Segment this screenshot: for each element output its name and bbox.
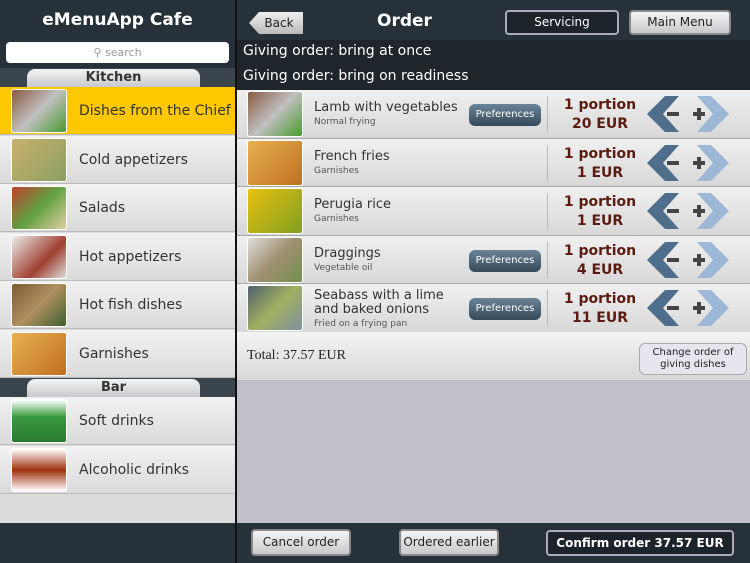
dish-quantity: 1 portion 4 EUR [555,242,645,280]
giving-order-at-once[interactable]: Giving order: bring at once [243,43,431,59]
dish-price: 4 EUR [576,261,624,278]
category-item[interactable]: Alcoholic drinks [0,445,235,494]
change-order-button[interactable]: Change order of giving dishes [639,343,747,375]
page-title: Order [377,11,432,31]
section-label: Bar [27,379,200,397]
dish-subtitle: Garnishes [314,165,359,176]
category-label: Hot fish dishes [79,297,183,313]
category-image [11,137,67,182]
dish-price: 1 EUR [576,164,624,181]
dish-image [247,285,303,331]
portion-count: 1 portion [563,97,637,113]
dish-name: Draggings [314,245,381,261]
dish-subtitle: Fried on a frying pan [314,319,408,329]
section-bar[interactable]: Bar [0,378,235,397]
category-image [11,283,67,327]
sidebar-footer [0,523,235,563]
order-item: Draggings Vegetable oil Preferences 1 porti… [237,235,750,284]
sidebar-header: eMenuApp Cafe ⚲ search [0,0,235,68]
main-menu-button[interactable]: Main Menu [629,10,731,35]
category-item[interactable]: Soft drinks [0,397,235,445]
back-button[interactable]: Back [249,12,303,34]
dish-price: 20 EUR [571,116,629,132]
category-image [11,89,67,133]
dish-image [247,139,303,186]
category-label: Salads [79,200,126,216]
portion-count: 1 portion [563,242,637,259]
increase-quantity-icon[interactable] [689,288,731,328]
servicing-button[interactable]: Servicing [505,10,619,35]
portion-count: 1 portion [563,145,637,162]
order-total: Total: 37.57 EUR [247,348,346,363]
category-image [11,331,67,376]
confirm-order-button[interactable]: Confirm order 37.57 EUR [546,530,734,556]
category-image [11,234,67,279]
category-image [11,399,67,443]
category-label: Hot appetizers [79,248,182,265]
category-label: Dishes from the Chief [79,103,231,119]
category-label: Garnishes [79,345,149,362]
dish-subtitle: Garnishes [314,214,359,224]
dish-name: Lamb with vegetables [314,100,458,115]
dish-subtitle: Vegetable oil [314,262,373,273]
dish-name: French fries [314,148,390,164]
category-item[interactable]: Dishes from the Chief [0,87,235,135]
increase-quantity-icon[interactable] [689,240,731,280]
dish-price: 11 EUR [571,310,629,326]
dish-image [247,188,303,234]
decrease-quantity-icon[interactable] [645,288,687,328]
cancel-order-button[interactable]: Cancel order [251,529,351,556]
order-footer: Cancel order Ordered earlier Confirm ord… [237,523,750,563]
dish-image [247,91,303,137]
dish-quantity: 1 portion 11 EUR [555,290,645,328]
order-item: Perugia rice Garnishes 1 portion 1 EUR [237,187,750,236]
app-title: eMenuApp Cafe [42,10,193,30]
category-item[interactable]: Salads [0,184,235,232]
dish-quantity: 1 portion 20 EUR [555,96,645,134]
dish-subtitle: Normal frying [314,117,376,127]
order-item: Seabass with a lime and baked onions Frie… [237,284,750,333]
decrease-quantity-icon[interactable] [645,191,687,231]
portion-count: 1 portion [563,291,637,307]
dish-price: 1 EUR [576,213,624,229]
search-icon: ⚲ [93,46,105,59]
giving-order-on-readiness[interactable]: Giving order: bring on readiness [243,68,469,84]
increase-quantity-icon[interactable] [689,143,731,183]
decrease-quantity-icon[interactable] [645,143,687,183]
preferences-button[interactable]: Preferences [469,249,541,272]
dish-name: Seabass with a lime and baked onions [314,288,444,317]
increase-quantity-icon[interactable] [689,191,731,231]
decrease-quantity-icon[interactable] [645,94,687,134]
category-image [11,186,67,230]
category-label: Cold appetizers [79,151,188,168]
category-label: Soft drinks [79,413,154,429]
search-placeholder: search [105,46,142,59]
section-label: Kitchen [27,69,200,87]
category-label: Alcoholic drinks [79,461,189,478]
portion-count: 1 portion [563,194,637,210]
order-item: Lamb with vegetables Normal frying Prefere… [237,90,750,139]
category-item[interactable]: Cold appetizers [0,135,235,184]
dish-quantity: 1 portion 1 EUR [555,193,645,231]
decrease-quantity-icon[interactable] [645,240,687,280]
sidebar: eMenuApp Cafe ⚲ search Kitchen Dishes fr… [0,0,235,563]
preferences-button[interactable]: Preferences [469,104,541,126]
order-panel: Back Order Servicing Main Menu Giving or… [237,0,750,563]
increase-quantity-icon[interactable] [689,94,731,134]
dish-image [247,236,303,283]
category-image [11,447,67,492]
category-item[interactable]: Hot appetizers [0,232,235,281]
dish-name: Perugia rice [314,197,392,212]
order-item: French fries Garnishes 1 portion 1 EUR [237,138,750,187]
preferences-button[interactable]: Preferences [469,298,541,320]
dish-quantity: 1 portion 1 EUR [555,145,645,183]
category-item[interactable]: Hot fish dishes [0,281,235,329]
search-input[interactable]: ⚲ search [6,42,229,63]
total-row: Total: 37.57 EUR Change order of giving … [237,332,750,380]
category-item[interactable]: Garnishes [0,329,235,378]
section-kitchen[interactable]: Kitchen [0,68,235,87]
ordered-earlier-button[interactable]: Ordered earlier [399,529,499,556]
order-header: Back Order Servicing Main Menu Giving or… [237,0,750,90]
